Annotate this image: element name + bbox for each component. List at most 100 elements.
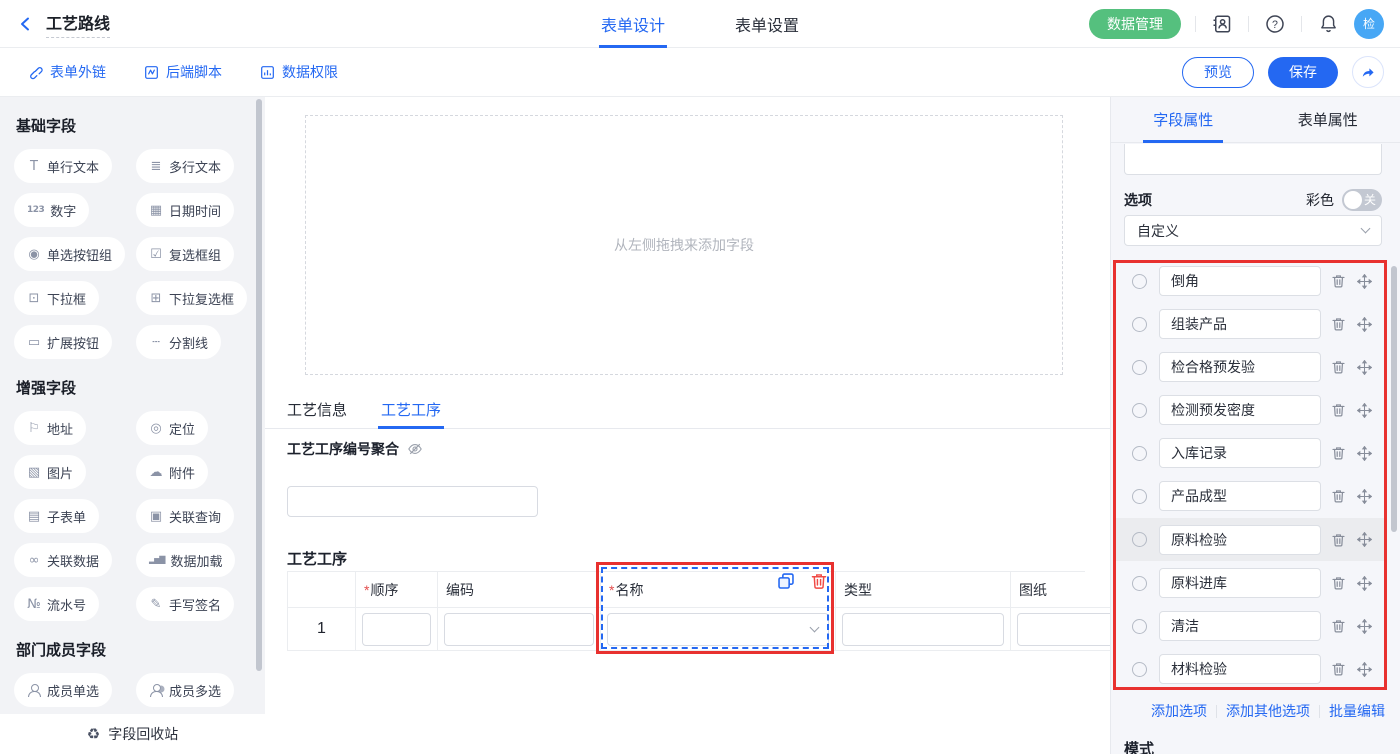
tab-form-settings[interactable]: 表单设置 [735,0,799,48]
option-source-select[interactable]: 自定义 [1124,215,1382,246]
option-text-input[interactable] [1159,266,1321,296]
field-pill[interactable]: 成员多选 [136,673,234,707]
option-radio[interactable] [1132,662,1147,677]
field-recycle-bin[interactable]: ♻ 字段回收站 [0,714,265,754]
save-button[interactable]: 保存 [1268,57,1338,88]
option-radio[interactable] [1132,274,1147,289]
drag-option-icon[interactable] [1357,317,1372,332]
field-pill[interactable]: ▤ 子表单 [14,499,99,533]
backend-script-link[interactable]: 后端脚本 [144,62,222,82]
column-header-2[interactable]: 编码 [438,572,601,608]
tab-field-properties[interactable]: 字段属性 [1111,97,1256,142]
aggregate-input[interactable] [287,486,538,517]
field-pill[interactable]: ☁ 附件 [136,455,208,489]
field-pill[interactable]: ☑ 复选框组 [136,237,234,271]
field-pill[interactable]: ┄ 分割线 [136,325,221,359]
copy-column-icon[interactable] [777,572,795,590]
field-pill[interactable]: ⊞ 下拉复选框 [136,281,247,315]
field-pill[interactable]: ▦ 日期时间 [136,193,234,227]
cell-input[interactable] [444,613,594,646]
data-permission-link[interactable]: 数据权限 [260,62,338,82]
empty-drop-zone[interactable]: 从左侧拖拽来添加字段 [305,115,1063,375]
delete-option-icon[interactable] [1331,445,1346,461]
option-text-input[interactable] [1159,481,1321,511]
option-text-input[interactable] [1159,309,1321,339]
option-radio[interactable] [1132,619,1147,634]
tab-process-info[interactable]: 工艺信息 [287,391,347,428]
option-radio[interactable] [1132,317,1147,332]
field-pill[interactable]: ▭ 扩展按钮 [14,325,112,359]
form-title-wrap[interactable]: 工艺路线 [46,10,110,38]
drag-option-icon[interactable] [1357,403,1372,418]
bell-icon[interactable] [1316,12,1340,36]
option-text-input[interactable] [1159,611,1321,641]
field-pill[interactable]: ▧ 图片 [14,455,86,489]
option-radio[interactable] [1132,403,1147,418]
delete-option-icon[interactable] [1331,661,1346,677]
field-pill[interactable]: ▣ 关联查询 [136,499,234,533]
color-toggle[interactable]: 关 [1342,189,1382,211]
option-radio[interactable] [1132,360,1147,375]
option-radio[interactable] [1132,576,1147,591]
delete-option-icon[interactable] [1331,575,1346,591]
drag-option-icon[interactable] [1357,489,1372,504]
batch-edit-link[interactable]: 批量编辑 [1329,701,1385,721]
field-pill[interactable]: ⊡ 下拉框 [14,281,99,315]
field-pill[interactable]: № 流水号 [14,587,99,621]
avatar[interactable]: 检 [1354,9,1384,39]
drag-option-icon[interactable] [1357,532,1372,547]
drag-option-icon[interactable] [1357,274,1372,289]
column-header-3[interactable]: *名称 [601,572,836,608]
field-pill[interactable]: ✎ 手写签名 [136,587,234,621]
preview-button[interactable]: 预览 [1182,57,1254,88]
cell-select[interactable] [607,613,829,646]
drag-option-icon[interactable] [1357,576,1372,591]
back-icon[interactable] [18,16,34,32]
delete-option-icon[interactable] [1331,273,1346,289]
delete-option-icon[interactable] [1331,488,1346,504]
field-pill[interactable]: ≣ 多行文本 [136,149,234,183]
field-pill[interactable]: T 单行文本 [14,149,112,183]
delete-option-icon[interactable] [1331,359,1346,375]
field-pill[interactable]: 成员单选 [14,673,112,707]
delete-option-icon[interactable] [1331,532,1346,548]
delete-column-icon[interactable] [810,572,828,590]
form-external-link[interactable]: 表单外链 [28,62,106,82]
aggregate-field[interactable]: 工艺工序编号聚合 [287,439,423,459]
drag-option-icon[interactable] [1357,360,1372,375]
option-text-input[interactable] [1159,438,1321,468]
tab-process-steps[interactable]: 工艺工序 [381,391,441,428]
help-icon[interactable]: ? [1263,12,1287,36]
share-button[interactable] [1352,56,1384,88]
delete-option-icon[interactable] [1331,618,1346,634]
option-text-input[interactable] [1159,654,1321,684]
add-option-link[interactable]: 添加选项 [1151,701,1207,721]
delete-option-icon[interactable] [1331,402,1346,418]
column-header-4[interactable]: 类型 [836,572,1011,608]
address-book-icon[interactable] [1210,12,1234,36]
field-pill[interactable]: ▂▅▇ 数据加载 [136,543,235,577]
add-other-option-link[interactable]: 添加其他选项 [1226,701,1310,721]
option-text-input[interactable] [1159,395,1321,425]
option-radio[interactable] [1132,532,1147,547]
field-pill[interactable]: ⚐ 地址 [14,411,86,445]
option-radio[interactable] [1132,446,1147,461]
option-text-input[interactable] [1159,525,1321,555]
tab-form-design[interactable]: 表单设计 [601,0,665,48]
drag-option-icon[interactable] [1357,662,1372,677]
column-header-1[interactable]: *顺序 [356,572,438,608]
data-manage-button[interactable]: 数据管理 [1089,9,1181,39]
field-pill[interactable]: ◎ 定位 [136,411,208,445]
option-text-input[interactable] [1159,352,1321,382]
tab-form-properties[interactable]: 表单属性 [1256,97,1400,142]
field-pill[interactable]: 123 数字 [14,193,89,227]
option-text-input[interactable] [1159,568,1321,598]
option-radio[interactable] [1132,489,1147,504]
sidebar-scrollbar[interactable] [256,99,262,671]
cell-input[interactable] [362,613,431,646]
cell-input[interactable] [1017,613,1110,646]
field-pill[interactable]: ∞ 关联数据 [14,543,112,577]
column-header-5[interactable]: 图纸 [1011,572,1110,608]
drag-option-icon[interactable] [1357,619,1372,634]
delete-option-icon[interactable] [1331,316,1346,332]
